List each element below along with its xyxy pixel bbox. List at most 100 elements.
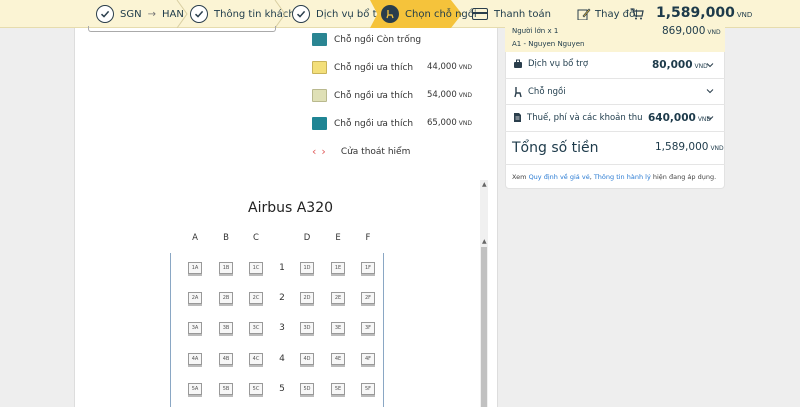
divider bbox=[505, 104, 725, 105]
seat-map-panel bbox=[74, 28, 498, 407]
chevron-down-icon[interactable] bbox=[706, 61, 714, 69]
seat-row[interactable]: Chỗ ngồi bbox=[513, 86, 566, 98]
seat-4C[interactable]: 4C bbox=[249, 353, 263, 365]
edit-icon bbox=[577, 8, 591, 21]
note-suffix: hiện đang áp dụng. bbox=[650, 173, 717, 181]
seat-5D[interactable]: 5D bbox=[300, 383, 314, 395]
seat-5F[interactable]: 5F bbox=[361, 383, 375, 395]
seat-1B[interactable]: 1B bbox=[219, 262, 233, 274]
seat-2A[interactable]: 2A bbox=[188, 292, 202, 304]
seat-4E[interactable]: 4E bbox=[331, 353, 345, 365]
fare-rules-link[interactable]: Quy định về giá vé bbox=[529, 173, 590, 181]
exit-label: Cửa thoát hiểm bbox=[340, 146, 411, 157]
seat-2F[interactable]: 2F bbox=[361, 292, 375, 304]
cabin-wall-right bbox=[383, 253, 384, 407]
legend-preferred-54: Chỗ ngồi ưa thích bbox=[312, 89, 413, 102]
route-from: SGN bbox=[120, 8, 142, 20]
legend-preferred-65: Chỗ ngồi ưa thích bbox=[312, 117, 413, 130]
divider bbox=[505, 164, 725, 165]
seat-1C[interactable]: 1C bbox=[249, 262, 263, 274]
seat-3C[interactable]: 3C bbox=[249, 322, 263, 334]
seat-5E[interactable]: 5E bbox=[331, 383, 345, 395]
scrollbar-thumb[interactable] bbox=[481, 247, 487, 407]
check-icon bbox=[292, 5, 310, 23]
passenger-count: Người lớn x 1 bbox=[512, 27, 559, 35]
scroll-up-icon[interactable]: ▲ bbox=[482, 238, 487, 245]
extra-services-row[interactable]: Dịch vụ bổ trợ bbox=[513, 59, 588, 69]
row-number: 2 bbox=[279, 293, 285, 303]
divider bbox=[505, 131, 725, 132]
document-icon bbox=[514, 113, 521, 122]
column-letter: D bbox=[303, 233, 311, 243]
seat-4A[interactable]: 4A bbox=[188, 353, 202, 365]
scroll-up-icon[interactable]: ▲ bbox=[482, 181, 487, 188]
passenger-price-value: 869,000 bbox=[662, 25, 706, 37]
legend-swatch bbox=[312, 117, 327, 130]
aircraft-title: Airbus A320 bbox=[248, 200, 334, 216]
step-separator-icon bbox=[274, 0, 286, 28]
chevron-down-icon[interactable] bbox=[706, 114, 714, 122]
column-letter: E bbox=[335, 233, 341, 243]
seat-3E[interactable]: 3E bbox=[331, 322, 345, 334]
legend-price-value: 54,000 bbox=[427, 90, 457, 100]
column-letter: B bbox=[223, 233, 229, 243]
seat-1A[interactable]: 1A bbox=[188, 262, 202, 274]
seat-3D[interactable]: 3D bbox=[300, 322, 314, 334]
row-number: 4 bbox=[279, 354, 285, 364]
seat-1F[interactable]: 1F bbox=[361, 262, 375, 274]
legend-label: Chỗ ngồi ưa thích bbox=[334, 90, 414, 101]
seat-2C[interactable]: 2C bbox=[249, 292, 263, 304]
cabin-wall-left bbox=[170, 253, 171, 407]
seat-2D[interactable]: 2D bbox=[300, 292, 314, 304]
exit-chevrons-icon: ‹› bbox=[312, 145, 331, 158]
total-price-currency: VND bbox=[710, 145, 724, 152]
seat-4F[interactable]: 4F bbox=[361, 353, 375, 365]
divider bbox=[505, 78, 725, 79]
legend-label: Chỗ ngồi ưa thích bbox=[334, 118, 414, 129]
seat-3F[interactable]: 3F bbox=[361, 322, 375, 334]
step-choose-seat[interactable]: Chọn chỗ ngồi bbox=[381, 0, 477, 28]
cart-icon[interactable] bbox=[630, 8, 644, 20]
seat-4D[interactable]: 4D bbox=[300, 353, 314, 365]
legend-preferred-44: Chỗ ngồi ưa thích bbox=[312, 61, 413, 74]
seat-1D[interactable]: 1D bbox=[300, 262, 314, 274]
seat-1E[interactable]: 1E bbox=[331, 262, 345, 274]
baggage-info-link[interactable]: Thông tin hành lý bbox=[594, 173, 651, 181]
chevron-down-icon[interactable] bbox=[706, 87, 714, 95]
column-letter: C bbox=[253, 233, 259, 243]
passenger-price-currency: VND bbox=[707, 29, 721, 36]
seat-3B[interactable]: 3B bbox=[219, 322, 233, 334]
header-total: 1,589,000 VND bbox=[656, 5, 752, 21]
seat-2B[interactable]: 2B bbox=[219, 292, 233, 304]
legend-swatch bbox=[312, 61, 327, 74]
legend-label: Chỗ ngồi ưa thích bbox=[334, 62, 414, 73]
seat-2E[interactable]: 2E bbox=[331, 292, 345, 304]
column-letter: F bbox=[365, 233, 371, 243]
flight-selector-box[interactable] bbox=[88, 26, 276, 32]
seat-4B[interactable]: 4B bbox=[219, 353, 233, 365]
seat-icon bbox=[381, 5, 399, 23]
legend-price: 65,000 VND bbox=[427, 118, 472, 128]
seat-5C[interactable]: 5C bbox=[249, 383, 263, 395]
step-route[interactable]: SGN → HAN bbox=[96, 0, 184, 28]
total-label: Tổng số tiền bbox=[512, 140, 599, 156]
tax-row[interactable]: Thuế, phí và các khoản thu bbox=[513, 112, 643, 123]
legend-price: 54,000 VND bbox=[427, 90, 472, 100]
legend-price-currency: VND bbox=[458, 64, 472, 71]
header-total-currency: VND bbox=[736, 11, 753, 19]
step-payment-label: Thanh toán bbox=[494, 8, 551, 20]
passenger-name: A1 - Nguyen Nguyen bbox=[512, 40, 585, 48]
seat-3A[interactable]: 3A bbox=[188, 322, 202, 334]
extra-services-price-value: 80,000 bbox=[652, 59, 693, 71]
column-letter: A bbox=[192, 233, 198, 243]
seat-5B[interactable]: 5B bbox=[219, 383, 233, 395]
seat-5A[interactable]: 5A bbox=[188, 383, 202, 395]
legend-price-value: 44,000 bbox=[427, 62, 457, 72]
step-seat-label: Chọn chỗ ngồi bbox=[405, 8, 477, 20]
legend-swatch bbox=[312, 89, 327, 102]
seat-summary-label: Chỗ ngồi bbox=[528, 87, 566, 97]
check-icon bbox=[96, 5, 114, 23]
extra-services-price: 80,000 VND bbox=[652, 59, 708, 71]
credit-card-icon bbox=[472, 8, 488, 20]
arrow-right-icon: → bbox=[147, 8, 156, 20]
